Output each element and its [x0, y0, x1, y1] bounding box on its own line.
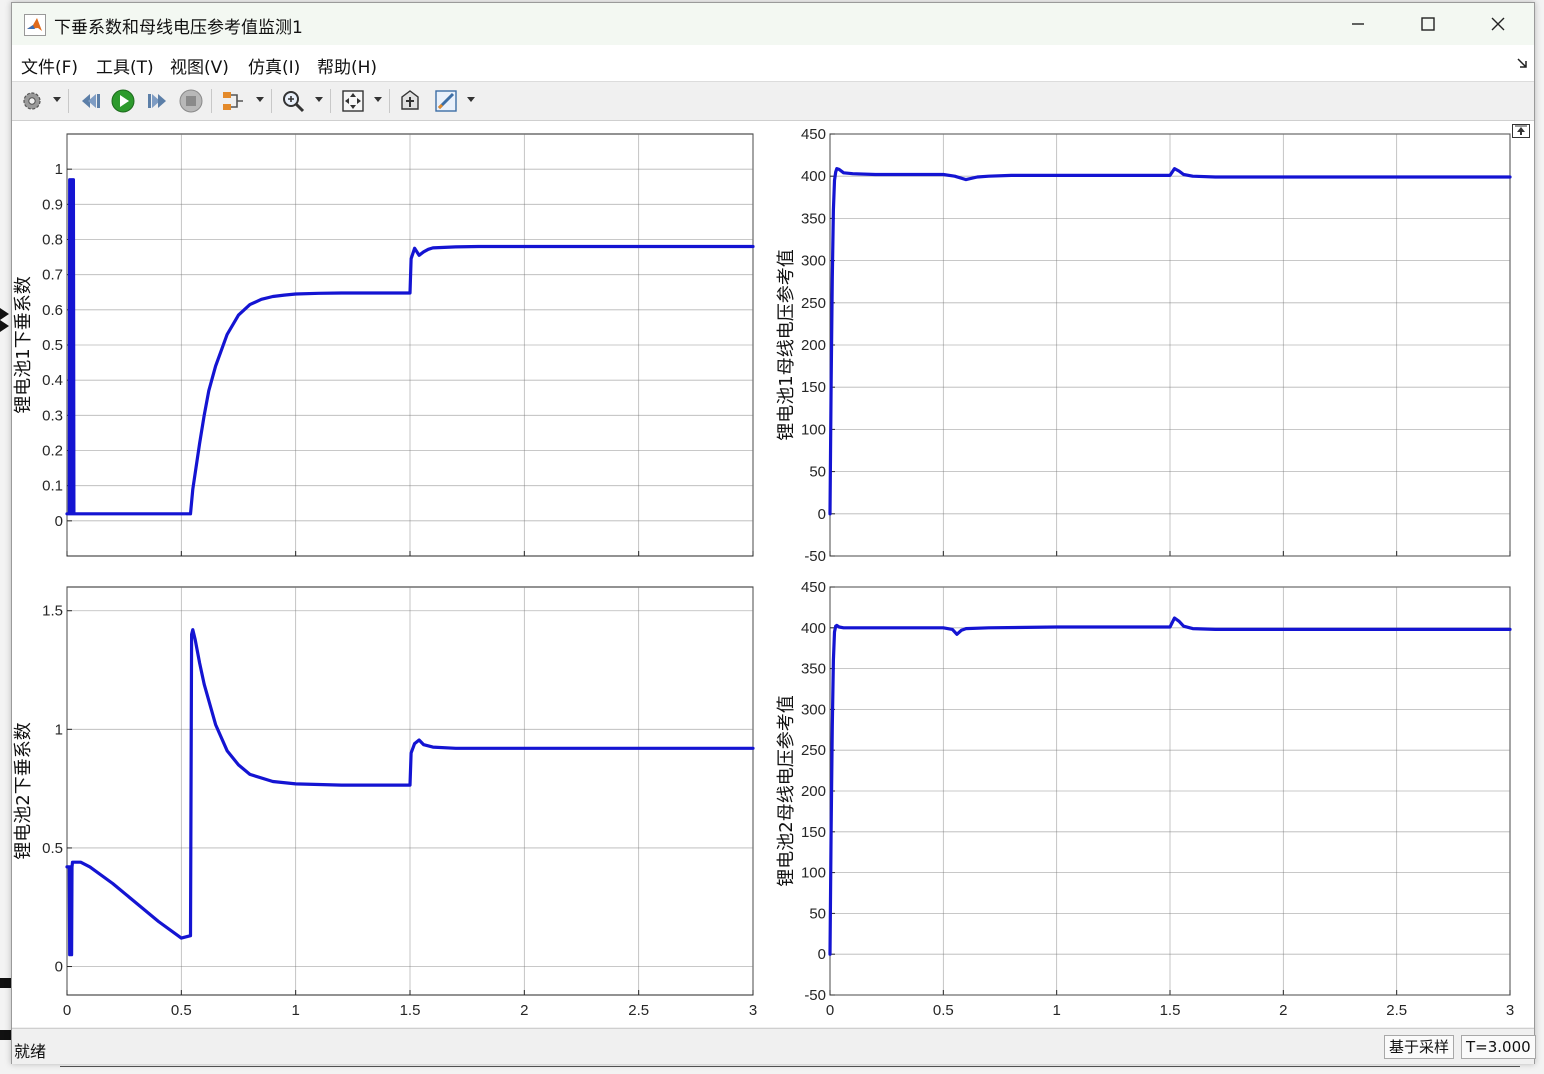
x-tick-label: 3 [1506, 1002, 1514, 1019]
y-tick-label: -50 [804, 548, 826, 565]
x-tick-label: 1 [291, 1002, 299, 1019]
y-tick-label: 450 [801, 579, 826, 596]
y-tick-label: 50 [809, 905, 826, 922]
x-tick-label: 1.5 [400, 1002, 421, 1019]
y-tick-label: 0.8 [42, 232, 63, 249]
y-tick-label: 1.5 [42, 603, 63, 620]
y-tick-label: 0 [818, 946, 826, 963]
y-tick-label: 1 [55, 161, 63, 178]
y-tick-label: 0.2 [42, 443, 63, 460]
y-tick-label: 200 [801, 337, 826, 354]
y-axis-label: 锂电池1母线电压参考值 [776, 249, 797, 440]
y-axis-label: 锂电池1下垂系数 [13, 276, 34, 413]
y-tick-label: 0.5 [42, 337, 63, 354]
y-tick-label: 0 [55, 959, 63, 976]
y-axis-label: 锂电池2下垂系数 [13, 722, 34, 859]
y-tick-label: 350 [801, 210, 826, 227]
y-tick-label: 100 [801, 865, 826, 882]
x-tick-label: 0 [826, 1002, 834, 1019]
y-tick-label: 50 [809, 464, 826, 481]
x-tick-label: 0.5 [171, 1002, 192, 1019]
y-tick-label: 400 [801, 168, 826, 185]
y-tick-label: 0.1 [42, 478, 63, 495]
x-tick-label: 0.5 [933, 1002, 954, 1019]
x-tick-label: 1 [1052, 1002, 1060, 1019]
y-tick-label: -50 [804, 987, 826, 1004]
y-axis-label: 锂电池2母线电压参考值 [776, 695, 797, 886]
y-tick-label: 0.7 [42, 267, 63, 284]
y-tick-label: 0.6 [42, 302, 63, 319]
y-tick-label: 400 [801, 620, 826, 637]
y-tick-label: 250 [801, 742, 826, 759]
y-tick-label: 300 [801, 701, 826, 718]
y-tick-label: 0.3 [42, 407, 63, 424]
y-tick-label: 0 [818, 506, 826, 523]
y-tick-label: 350 [801, 661, 826, 678]
y-tick-label: 1 [55, 721, 63, 738]
x-tick-label: 0 [63, 1002, 71, 1019]
y-tick-label: 200 [801, 783, 826, 800]
y-tick-label: 0 [55, 513, 63, 530]
scope-charts: 0 0.1 0.2 0.3 0.4 0.5 0.6 0.7 0.8 0.9 1 锂电池1下垂系数 -50… [13, 126, 1514, 1019]
x-tick-label: 3 [749, 1002, 757, 1019]
y-tick-label: 250 [801, 295, 826, 312]
y-tick-label: 100 [801, 421, 826, 438]
y-tick-label: 150 [801, 824, 826, 841]
y-tick-label: 0.5 [42, 840, 63, 857]
x-tick-label: 1.5 [1160, 1002, 1181, 1019]
x-tick-label: 2 [520, 1002, 528, 1019]
y-tick-label: 450 [801, 126, 826, 143]
y-tick-label: 150 [801, 379, 826, 396]
y-tick-label: 0.9 [42, 196, 63, 213]
x-tick-label: 2 [1279, 1002, 1287, 1019]
y-tick-label: 0.4 [42, 372, 63, 389]
x-tick-label: 2.5 [628, 1002, 649, 1019]
y-tick-label: 300 [801, 253, 826, 270]
x-tick-label: 2.5 [1386, 1002, 1407, 1019]
